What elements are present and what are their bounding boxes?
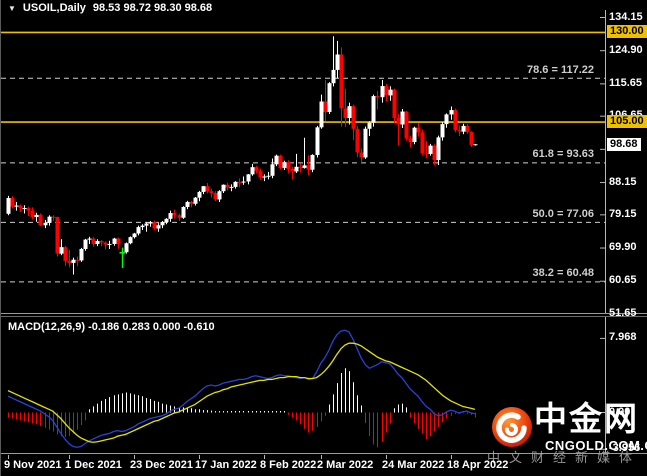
chart-window: ▼ USOIL,Daily 98.53 98.72 98.30 98.68 MA… xyxy=(0,0,647,476)
cngold-logo-icon xyxy=(491,406,533,448)
fib-level-label: 38.2 = 60.48 xyxy=(533,267,594,279)
fib-level-label: 78.6 = 117.22 xyxy=(527,64,594,76)
date-axis-label: 18 Apr 2022 xyxy=(447,459,508,471)
price-axis-label: 60.65 xyxy=(609,274,637,287)
level-price-badge: 105.00 xyxy=(607,115,647,128)
price-axis-label: 79.15 xyxy=(609,208,637,221)
price-axis-label: 69.90 xyxy=(609,241,637,254)
date-axis-label: 9 Nov 2021 xyxy=(4,459,61,471)
date-axis-label: 23 Dec 2021 xyxy=(130,459,193,471)
macd-axis-label: -3.956 xyxy=(609,442,640,455)
chart-symbol-title: USOIL,Daily xyxy=(23,2,86,14)
fib-level-label: 61.8 = 93.63 xyxy=(533,148,594,160)
macd-indicator-label: MACD(12,26,9) -0.186 0.283 0.000 -0.610 xyxy=(8,321,215,333)
price-axis-label: 88.15 xyxy=(609,176,637,189)
price-axis-label: 51.65 xyxy=(609,307,637,320)
current-price-badge: 98.68 xyxy=(607,138,641,151)
symbol-dropdown-icon[interactable]: ▼ xyxy=(8,3,16,14)
macd-axis-label: 0.00 xyxy=(609,406,630,419)
fib-level-label: 50.0 = 77.06 xyxy=(533,208,594,220)
chart-title-bar: ▼ USOIL,Daily 98.53 98.72 98.30 98.68 xyxy=(8,2,212,14)
level-price-badge: 130.00 xyxy=(607,25,647,38)
date-axis-label: 24 Mar 2022 xyxy=(382,459,444,471)
macd-axis-label: 7.968 xyxy=(609,331,637,344)
date-axis-label: 8 Feb 2022 xyxy=(260,459,316,471)
date-axis-label: 17 Jan 2022 xyxy=(195,459,257,471)
price-axis-label: 115.65 xyxy=(609,77,642,90)
chart-ohlc-values: 98.53 98.72 98.30 98.68 xyxy=(93,2,212,14)
date-axis-label: 2 Mar 2022 xyxy=(317,459,373,471)
price-axis-label: 134.15 xyxy=(609,11,643,24)
date-axis-label: 1 Dec 2021 xyxy=(65,459,122,471)
price-axis-label: 124.90 xyxy=(609,44,643,57)
panel-divider[interactable] xyxy=(1,313,647,317)
